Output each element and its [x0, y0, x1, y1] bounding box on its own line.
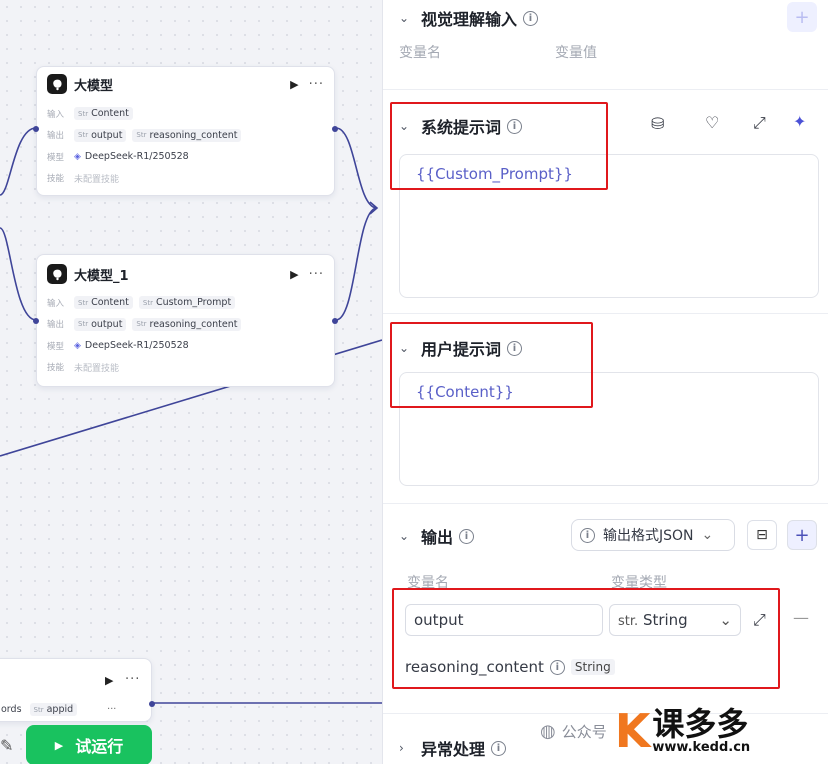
info-icon: i: [580, 527, 595, 543]
more-icon[interactable]: ···: [309, 267, 324, 282]
info-icon[interactable]: i: [459, 528, 475, 544]
node-title: 大模型_1: [74, 268, 129, 284]
section-title: 输出: [421, 528, 454, 547]
highlight-box: [390, 322, 593, 408]
column-header-value: 变量值: [555, 45, 597, 61]
chevron-down-icon[interactable]: ⌄: [399, 11, 409, 25]
more-icon[interactable]: ···: [125, 672, 140, 687]
partial-node[interactable]: ▶ ··· ords Str appid ···: [0, 658, 155, 722]
column-header-name: 变量名: [399, 45, 441, 61]
chevron-down-icon: ⌄: [701, 527, 714, 543]
output-tag: Str appid: [29, 703, 78, 716]
row-text: ords: [1, 704, 22, 715]
play-icon[interactable]: ▶: [290, 78, 298, 91]
watermark-logo: K: [614, 704, 651, 758]
input-row-label: 输入: [47, 298, 65, 309]
input-row-label: 输入: [47, 109, 65, 120]
info-icon[interactable]: i: [491, 740, 507, 756]
input-port[interactable]: [33, 126, 39, 132]
chevron-right-icon[interactable]: ›: [399, 741, 409, 755]
output-row-label: 输出: [47, 320, 65, 331]
bulb-icon[interactable]: ♡: [705, 113, 719, 132]
input-tag: Str Content: [74, 107, 133, 121]
skill-row-label: 技能: [47, 174, 65, 185]
expand-icon[interactable]: ⤢: [753, 113, 766, 133]
remove-icon[interactable]: —: [793, 608, 809, 627]
model-logo-icon: [47, 264, 67, 284]
sparkle-icon[interactable]: ✦: [793, 112, 806, 131]
vision-input-section: ⌄ 视觉理解输入 i + 变量名 变量值: [383, 0, 828, 90]
watermark-logo-text: 课多多: [652, 704, 749, 743]
watermark-url: www.kedd.cn: [652, 739, 751, 755]
play-icon[interactable]: ▶: [105, 674, 113, 687]
format-select-value: 输出格式JSON: [603, 528, 694, 544]
test-run-label: 试运行: [75, 737, 124, 756]
add-button[interactable]: +: [787, 520, 817, 550]
model-row-label: 模型: [47, 341, 65, 352]
output-tag: Str reasoning_content: [132, 128, 242, 142]
play-icon: ▶: [54, 738, 64, 752]
chevron-down-icon[interactable]: ⌄: [399, 529, 409, 543]
section-title: 视觉理解输入: [421, 10, 518, 29]
more-icon[interactable]: ···: [107, 704, 116, 715]
section-title: 异常处理: [421, 740, 486, 759]
llm-node[interactable]: 大模型 ▶ ··· 输入 Str Content 输出 Str output Str…: [33, 66, 338, 196]
output-format-select[interactable]: i 输出格式JSON ⌄: [571, 519, 735, 551]
node-config-panel: ⌄ 视觉理解输入 i + 变量名 变量值 ⌄ 系统提示词 i ⛁ ♡ ⤢ ✦ {…: [382, 0, 828, 764]
output-tag: Str output: [74, 317, 127, 331]
model-row-label: 模型: [47, 152, 65, 163]
output-port[interactable]: [332, 126, 338, 132]
output-port[interactable]: [332, 318, 338, 324]
edit-icon[interactable]: ✎: [0, 736, 13, 755]
model-name: DeepSeek-R1/250528: [84, 340, 189, 352]
model-icon: ◈: [74, 340, 81, 351]
output-port[interactable]: [149, 701, 155, 707]
info-icon[interactable]: i: [523, 10, 539, 26]
llm-node[interactable]: 大模型_1 ▶ ··· 输入 Str Content Str Custom_Prom…: [33, 254, 338, 387]
output-tag: Str output: [74, 128, 127, 142]
test-run-button[interactable]: ▶ 试运行: [26, 725, 152, 764]
collapse-panel-button[interactable]: ⊟: [747, 520, 777, 550]
input-port[interactable]: [33, 318, 39, 324]
model-logo-icon: [47, 74, 67, 94]
highlight-box: [390, 102, 608, 190]
output-tag: Str reasoning_content: [132, 317, 242, 331]
add-button[interactable]: +: [787, 2, 817, 32]
output-row-label: 输出: [47, 131, 65, 142]
watermark: ◍ 公众号 K 课多多 www.kedd.cn: [540, 706, 750, 756]
node-title: 大模型: [74, 78, 114, 94]
play-icon[interactable]: ▶: [290, 268, 298, 281]
model-name: DeepSeek-R1/250528: [84, 151, 189, 163]
watermark-text: 公众号: [561, 722, 607, 741]
workflow-canvas[interactable]: 大模型 ▶ ··· 输入 Str Content 输出 Str output Str…: [0, 0, 382, 764]
skill-value: 未配置技能: [74, 363, 120, 374]
highlight-box: [392, 588, 780, 689]
library-icon[interactable]: ⛁: [651, 114, 664, 133]
more-icon[interactable]: ···: [309, 77, 324, 92]
wechat-icon: ◍: [540, 720, 556, 742]
input-tag: Str Content: [74, 296, 133, 310]
skill-value: 未配置技能: [74, 174, 120, 185]
input-tag: Str Custom_Prompt: [138, 296, 236, 310]
skill-row-label: 技能: [47, 363, 65, 374]
model-icon: ◈: [74, 151, 81, 162]
